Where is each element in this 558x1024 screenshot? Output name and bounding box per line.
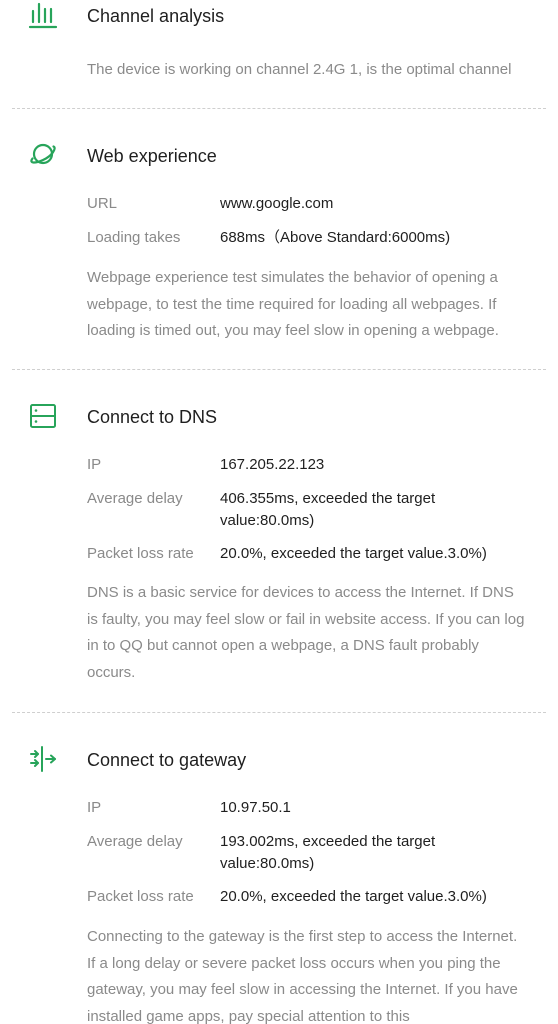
gateway-title: Connect to gateway (87, 750, 247, 770)
gateway-section: Connect to gateway IP 10.97.50.1 Average… (0, 712, 558, 1024)
dns-packet-loss-label: Packet loss rate (87, 545, 194, 562)
dns-ip-label: IP (87, 456, 102, 473)
dns-average-delay-value: 406.355ms, exceeded the target value:80.… (220, 490, 436, 529)
dns-average-delay-label: Average delay (87, 490, 183, 507)
server-icon (28, 401, 58, 431)
gateway-description: Connecting to the gateway is the first s… (87, 928, 518, 1024)
dns-packet-loss-value: 20.0%, exceeded the target value.3.0%) (220, 545, 487, 562)
web-experience-title: Web experience (87, 146, 217, 166)
planet-icon (28, 139, 58, 169)
channel-analysis-description: The device is working on channel 2.4G 1,… (87, 61, 512, 78)
url-label: URL (87, 195, 118, 212)
gateway-ip-value: 10.97.50.1 (220, 799, 291, 816)
dns-ip-value: 167.205.22.123 (220, 456, 325, 473)
gateway-average-delay-label: Average delay (87, 833, 183, 850)
gateway-packet-loss-value: 20.0%, exceeded the target value.3.0%) (220, 888, 487, 905)
dns-description: DNS is a basic service for devices to ac… (87, 584, 525, 681)
channel-analysis-title: Channel analysis (87, 6, 225, 26)
loading-takes-value: 688ms（Above Standard:6000ms) (220, 229, 451, 246)
loading-takes-label: Loading takes (87, 229, 181, 246)
channel-analysis-section: Channel analysis The device is working o… (0, 0, 558, 108)
url-value: www.google.com (220, 195, 334, 212)
signal-bars-icon (28, 0, 58, 30)
gateway-average-delay-value: 193.002ms, exceeded the target value:80.… (220, 833, 436, 872)
dns-title: Connect to DNS (87, 407, 218, 427)
web-experience-description: Webpage experience test simulates the be… (87, 269, 499, 339)
gateway-packet-loss-label: Packet loss rate (87, 888, 194, 905)
gateway-ip-label: IP (87, 799, 102, 816)
web-experience-section: Web experience URL www.google.com Loadin… (0, 108, 558, 369)
dns-section: Connect to DNS IP 167.205.22.123 Average… (0, 369, 558, 712)
gateway-arrows-icon (28, 744, 58, 774)
